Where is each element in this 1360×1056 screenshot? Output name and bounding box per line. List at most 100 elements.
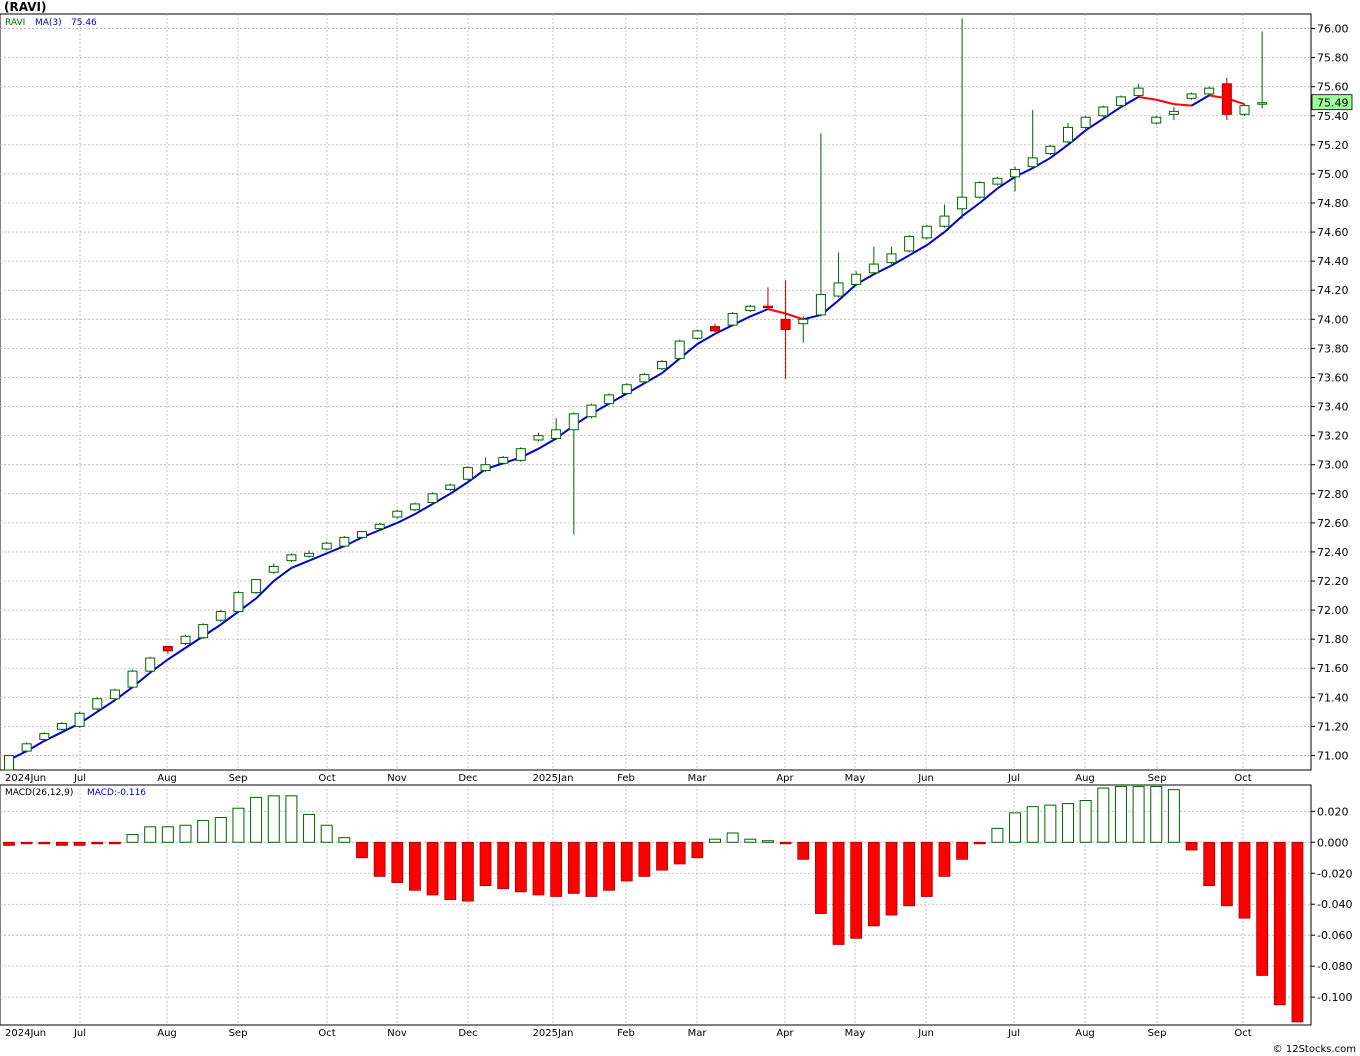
candle-body bbox=[4, 754, 14, 771]
y-tick-label: 0.000 bbox=[1317, 836, 1349, 849]
candle bbox=[921, 224, 932, 240]
macd-bar bbox=[497, 841, 510, 890]
macd-bar bbox=[20, 841, 33, 845]
candle bbox=[357, 531, 367, 539]
macd-bar bbox=[285, 795, 298, 843]
candle bbox=[904, 234, 915, 253]
macd-bar bbox=[726, 832, 739, 843]
macd-bar bbox=[409, 841, 421, 891]
x-tick-label: Jul bbox=[1007, 773, 1020, 784]
candle-body bbox=[409, 503, 420, 511]
x-tick-label: 2024Jun bbox=[5, 773, 46, 784]
y-tick-label: -0.080 bbox=[1317, 960, 1352, 973]
candle-body bbox=[886, 253, 897, 264]
macd-bar bbox=[1273, 841, 1286, 1006]
macd-bar bbox=[197, 820, 210, 843]
macd-bar bbox=[973, 841, 986, 845]
y-tick-label: 73.60 bbox=[1317, 371, 1349, 384]
candle-body bbox=[833, 282, 844, 297]
y-tick-label: 74.00 bbox=[1317, 313, 1349, 326]
candle-body bbox=[692, 330, 703, 339]
y-tick-label: 73.00 bbox=[1317, 459, 1349, 472]
macd-bar bbox=[1167, 789, 1180, 843]
y-tick-label: 73.20 bbox=[1317, 430, 1349, 443]
x-tick-label: Nov bbox=[387, 1028, 407, 1039]
macd-bar bbox=[709, 838, 721, 843]
candle-body bbox=[851, 273, 862, 285]
y-tick-label: 74.40 bbox=[1317, 255, 1349, 268]
x-tick-label: Dec bbox=[458, 773, 477, 784]
y-tick-label: 74.60 bbox=[1317, 226, 1349, 239]
candle-body bbox=[251, 579, 262, 594]
candle-body bbox=[762, 305, 773, 309]
candle bbox=[515, 447, 526, 462]
macd-bar bbox=[303, 813, 316, 843]
macd-bar bbox=[1203, 841, 1216, 887]
candle bbox=[4, 754, 14, 771]
x-tick-label: Apr bbox=[776, 773, 794, 784]
candle-body bbox=[868, 263, 879, 274]
macd-bar bbox=[91, 841, 104, 845]
candle-body bbox=[515, 448, 526, 461]
candle bbox=[145, 656, 156, 673]
y-tick-label: 72.60 bbox=[1317, 517, 1349, 530]
macd-bar bbox=[938, 841, 951, 877]
x-tick-label: Dec bbox=[458, 1028, 477, 1039]
last-price-badge: 75.49 bbox=[1311, 94, 1353, 111]
candle-body bbox=[710, 326, 720, 332]
candle-body bbox=[1168, 110, 1179, 115]
macd-bar bbox=[461, 841, 474, 902]
candle-body bbox=[798, 318, 809, 325]
candle bbox=[1080, 115, 1091, 129]
macd-bar bbox=[3, 841, 15, 846]
candle-body bbox=[21, 743, 32, 752]
candle-body bbox=[533, 435, 544, 441]
candle-body bbox=[939, 215, 950, 227]
candle bbox=[445, 483, 456, 491]
candle-body bbox=[109, 689, 120, 700]
macd-bar bbox=[479, 841, 492, 887]
x-tick-label: Oct bbox=[1234, 1028, 1251, 1039]
y-tick-label: 71.60 bbox=[1317, 662, 1349, 675]
macd-bar bbox=[126, 834, 139, 843]
macd-bar bbox=[38, 841, 51, 845]
candle-body bbox=[780, 318, 791, 330]
candle-body bbox=[357, 531, 367, 538]
x-tick-label: Aug bbox=[157, 1028, 177, 1039]
y-tick-label: 72.80 bbox=[1317, 488, 1349, 501]
y-tick-label: -0.020 bbox=[1317, 867, 1352, 880]
candle-body bbox=[339, 536, 350, 547]
candle-body bbox=[1186, 93, 1197, 99]
candle bbox=[462, 466, 473, 481]
candle-body bbox=[304, 552, 315, 557]
x-tick-label: Nov bbox=[387, 773, 407, 784]
candle bbox=[74, 711, 85, 728]
macd-legend-value: MACD:-0.116 bbox=[87, 788, 146, 798]
price-panel-frame bbox=[0, 13, 1312, 771]
candle bbox=[745, 304, 756, 313]
y-tick-label: 71.40 bbox=[1317, 691, 1349, 704]
candle-body bbox=[586, 404, 597, 418]
macd-bar bbox=[1009, 812, 1022, 843]
candle bbox=[409, 502, 420, 512]
candle-body bbox=[568, 413, 579, 431]
macd-bar bbox=[1291, 841, 1304, 1023]
candle-body bbox=[992, 177, 1003, 185]
x-tick-label: Sep bbox=[229, 773, 248, 784]
last-price-label: 75.49 bbox=[1317, 97, 1349, 110]
candle-body bbox=[145, 657, 156, 672]
macd-bar bbox=[585, 841, 598, 897]
candle-body bbox=[1151, 116, 1162, 124]
x-tick-label: Sep bbox=[229, 1028, 248, 1039]
candle bbox=[127, 669, 138, 689]
macd-bar bbox=[514, 841, 527, 893]
candle-body bbox=[39, 733, 50, 740]
y-tick-label: -0.040 bbox=[1317, 898, 1352, 911]
y-tick-label: -0.060 bbox=[1317, 929, 1352, 942]
candle-body bbox=[1063, 126, 1073, 143]
candle-body bbox=[727, 312, 738, 326]
candle bbox=[657, 360, 668, 371]
candle bbox=[621, 383, 632, 395]
candle bbox=[1239, 104, 1250, 116]
candle bbox=[392, 509, 403, 519]
